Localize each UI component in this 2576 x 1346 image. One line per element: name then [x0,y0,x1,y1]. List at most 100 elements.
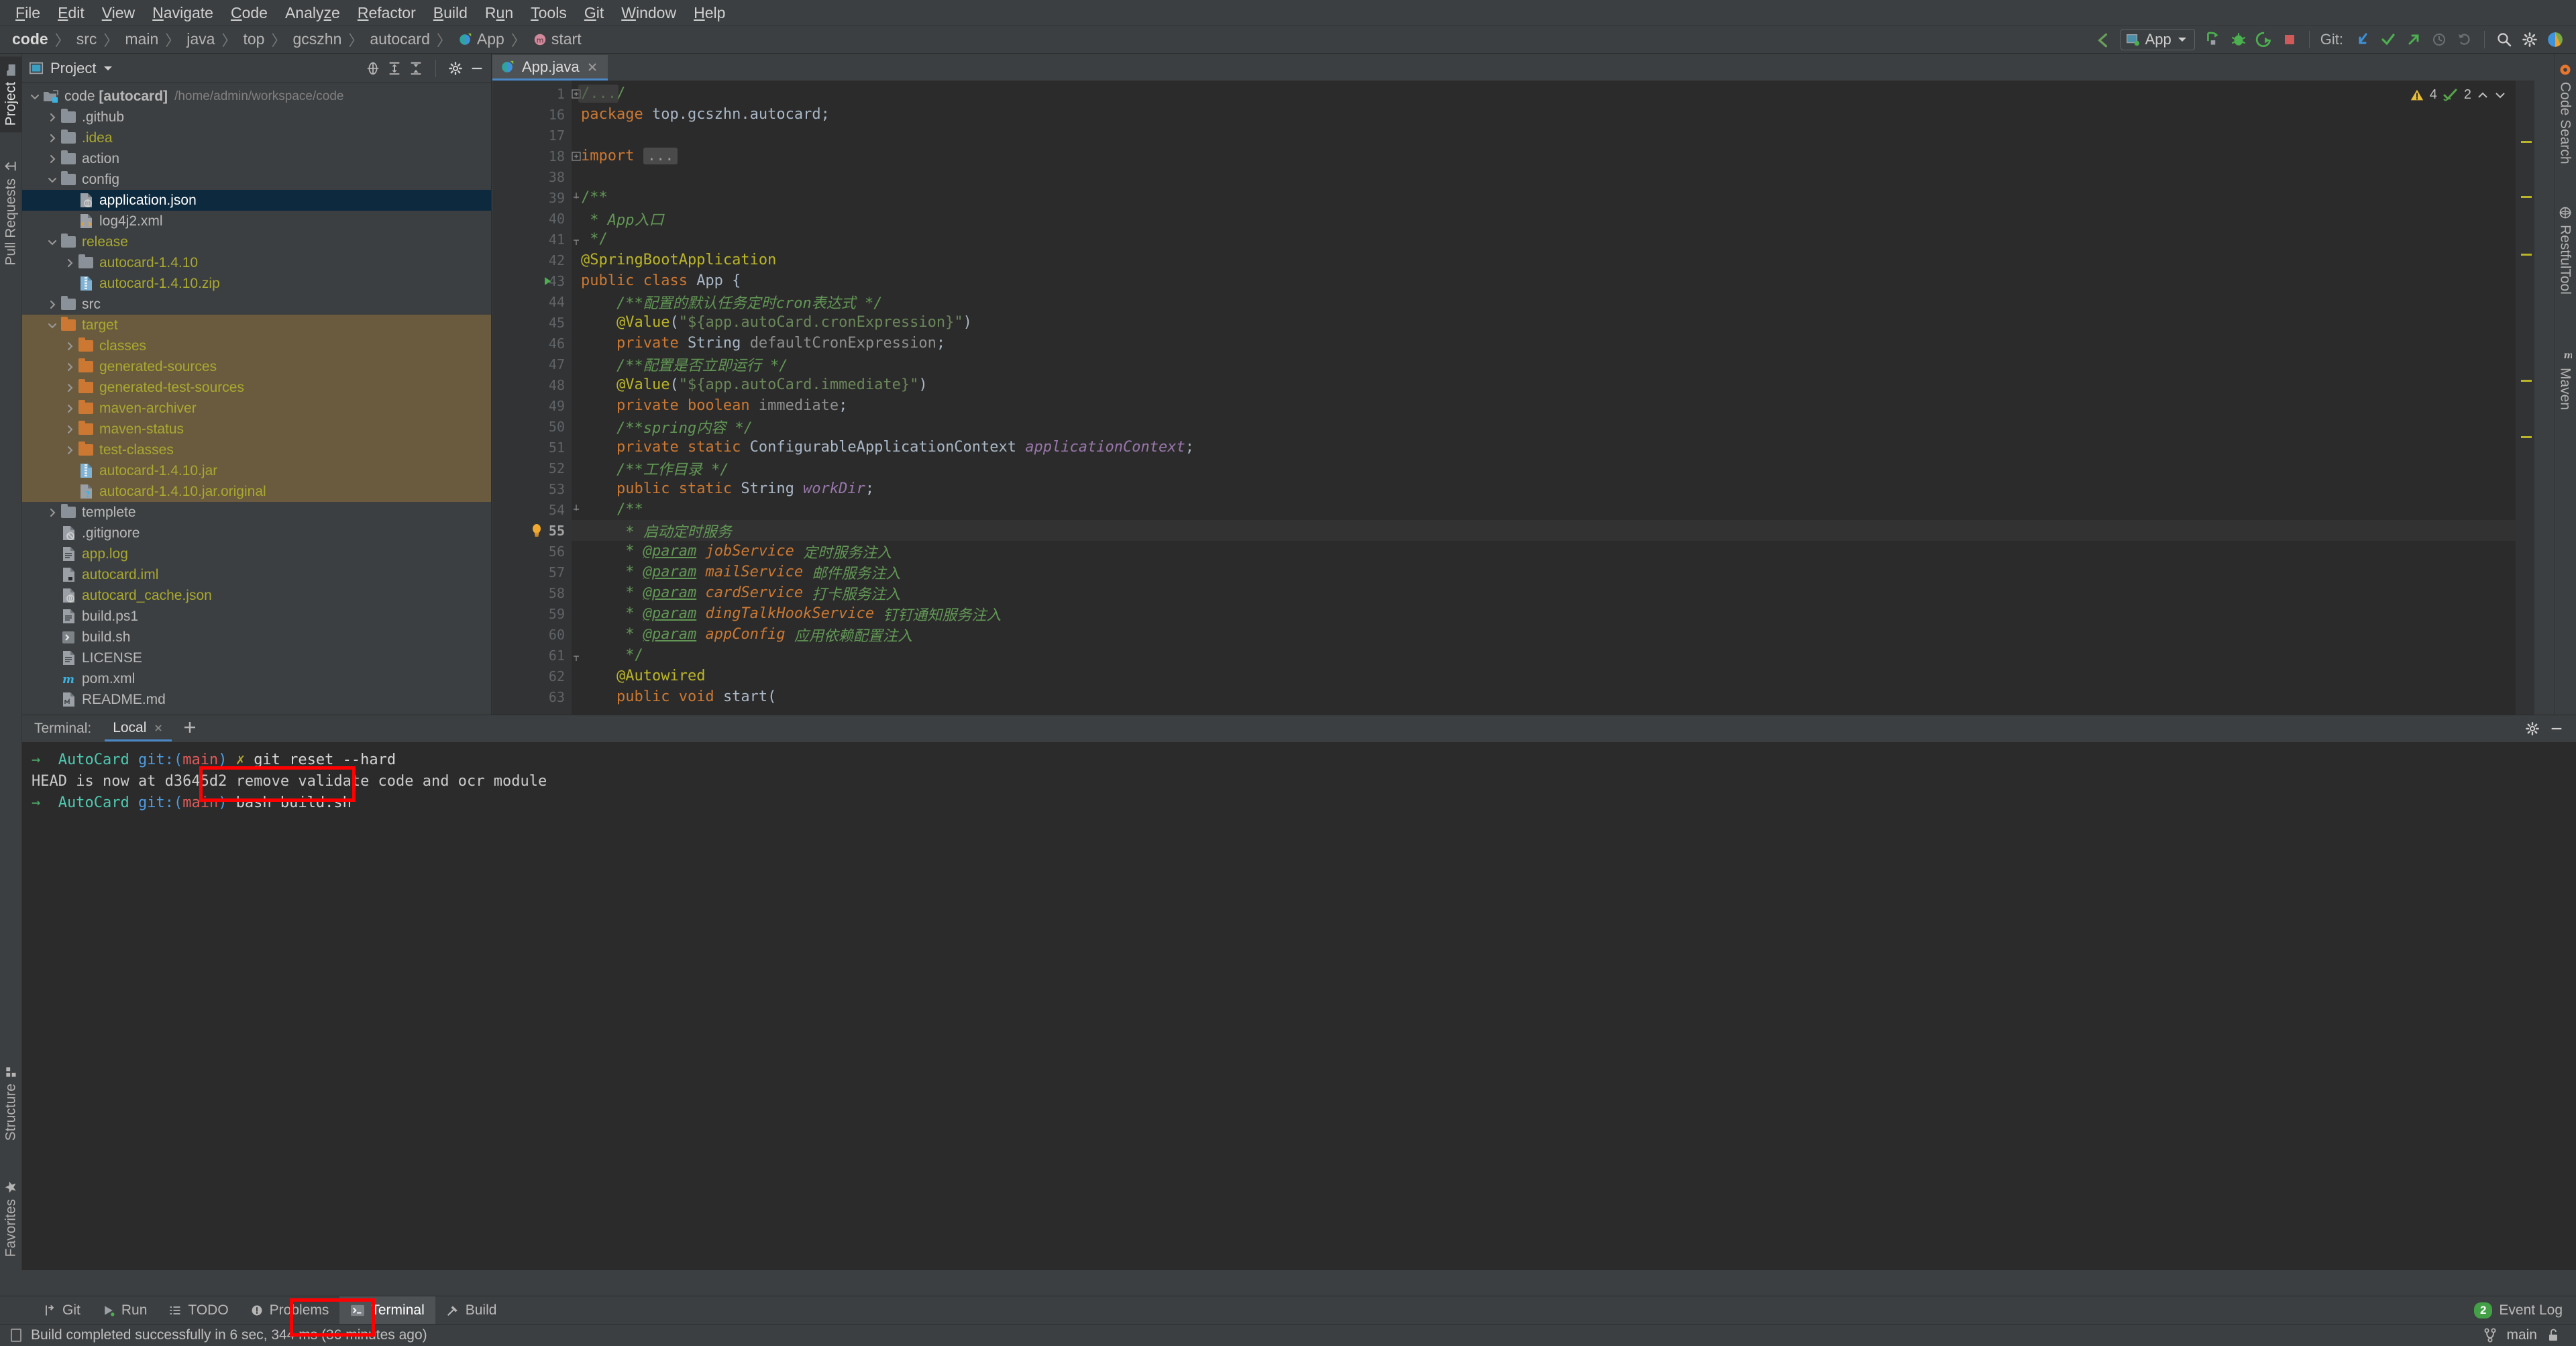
menu-item-refactor[interactable]: Refactor [349,0,425,25]
gutter-line-40[interactable]: 40 [492,208,572,229]
tool-window-button-todo[interactable]: TODO [158,1296,239,1325]
code-line-16[interactable]: package top.gcszhn.autocard; [572,104,2534,125]
gutter-line-58[interactable]: 58 [492,582,572,603]
code-line-63[interactable]: public void start( [572,686,2534,707]
hide-icon[interactable] [470,61,484,76]
chevron-down-icon[interactable] [28,92,42,101]
breadcrumb-item-main[interactable]: main [125,30,158,48]
breadcrumb-item-start[interactable]: m start [533,30,582,48]
code-line-59[interactable]: * @param dingTalkHookService 钉钉通知服务注入 [572,603,2534,624]
chevron-right-icon[interactable] [62,362,77,372]
tool-window-button-problems[interactable]: Problems [239,1296,340,1325]
lock-open-icon[interactable] [2546,1328,2560,1343]
code-line-17[interactable] [572,125,2534,146]
gutter-line-54[interactable]: 54 [492,499,579,520]
tool-window-button-build[interactable]: Build [435,1296,508,1325]
tree-node-code[interactable]: code [autocard] /home/admin/workspace/cod… [22,86,491,107]
menu-item-edit[interactable]: Edit [49,0,93,25]
gutter-line-62[interactable]: 62 [492,666,572,686]
gutter-line-41[interactable]: 41 [492,229,579,250]
menu-item-code[interactable]: Code [222,0,276,25]
breadcrumb-item-app[interactable]: App [458,30,504,48]
code-line-1[interactable]: /.../ [572,83,2534,104]
stripe-tab-pull-requests[interactable]: Pull Requests [0,153,22,272]
code-line-49[interactable]: private boolean immediate; [572,395,2534,416]
breadcrumb-item-top[interactable]: top [243,30,264,48]
git-push-icon[interactable] [2402,28,2425,51]
tree-node-idea[interactable]: .idea [22,127,491,148]
tree-node-classes[interactable]: classes [22,335,491,356]
code-line-62[interactable]: @Autowired [572,666,2534,686]
tree-node-pom-xml[interactable]: m pom.xml [22,668,491,689]
gear-icon[interactable] [2518,28,2541,51]
tree-node-action[interactable]: action [22,148,491,169]
stripe-tab-restfultool[interactable]: RestfulTool [2554,199,2576,301]
code-line-38[interactable] [572,166,2534,187]
chevron-right-icon[interactable] [62,404,77,413]
chevron-right-icon[interactable] [45,508,60,517]
chevron-right-icon[interactable] [45,300,60,309]
gutter-line-46[interactable]: 46 [492,333,572,354]
tree-node-github[interactable]: .github [22,107,491,127]
tree-node-readme-md[interactable]: README.md [22,689,491,710]
tree-node-autocard-1-4-10-jar[interactable]: autocard-1.4.10.jar [22,460,491,481]
tool-window-button-git[interactable]: Git [32,1296,91,1325]
code-line-39[interactable]: /** [572,187,2534,208]
code-line-43[interactable]: public class App { [572,270,2534,291]
tool-window-button-run[interactable]: Run [91,1296,158,1325]
chevron-up-icon[interactable] [2477,91,2489,100]
chevron-right-icon[interactable] [45,134,60,143]
chevron-right-icon[interactable] [62,383,77,393]
gutter-line-49[interactable]: 49 [492,395,572,416]
tree-node-src[interactable]: src [22,294,491,315]
gutter-line-61[interactable]: 61 [492,645,579,666]
chevron-right-icon[interactable] [62,258,77,268]
tree-node-maven-archiver[interactable]: maven-archiver [22,398,491,419]
tree-node-target[interactable]: target [22,315,491,335]
gutter-line-38[interactable]: 38 [492,166,572,187]
menu-item-window[interactable]: Window [612,0,685,25]
code-line-56[interactable]: * @param jobService 定时服务注入 [572,541,2534,562]
chevron-right-icon[interactable] [45,154,60,164]
tree-node-generated-sources[interactable]: generated-sources [22,356,491,377]
gutter-line-39[interactable]: 39 [492,187,579,208]
gutter-line-53[interactable]: 53 [492,478,572,499]
ide-logo-icon[interactable] [2544,28,2567,51]
gutter-line-52[interactable]: 52 [492,458,572,478]
editor-error-stripe[interactable] [2516,81,2534,715]
code-line-44[interactable]: /**配置的默认任务定时cron表达式 */ [572,291,2534,312]
code-line-45[interactable]: @Value("${app.autoCard.cronExpression}") [572,312,2534,333]
plus-icon[interactable] [172,718,208,739]
menu-item-analyze[interactable]: Analyze [276,0,349,25]
tree-node-build-ps1[interactable]: build.ps1 [22,606,491,627]
code-line-55[interactable]: * 启动定时服务 [572,520,2534,541]
tree-node-maven-status[interactable]: maven-status [22,419,491,439]
code-line-51[interactable]: private static ConfigurableApplicationCo… [572,437,2534,458]
menu-item-git[interactable]: Git [576,0,612,25]
gutter-line-17[interactable]: 17 [492,125,572,146]
gear-icon[interactable] [2525,721,2540,736]
chevron-down-icon[interactable] [45,321,60,330]
gutter-line-48[interactable]: 48 [492,374,572,395]
tree-node-autocard-iml[interactable]: autocard.iml [22,564,491,585]
git-commit-icon[interactable] [2377,28,2400,51]
breadcrumb-item-autocard[interactable]: autocard [370,30,430,48]
tree-node-autocard-1-4-10-zip[interactable]: autocard-1.4.10.zip [22,273,491,294]
gutter-line-59[interactable]: 59 [492,603,572,624]
code-line-50[interactable]: /**spring内容 */ [572,416,2534,437]
tree-node-license[interactable]: LICENSE [22,648,491,668]
close-icon[interactable] [153,723,164,733]
tree-node-test-classes[interactable]: test-classes [22,439,491,460]
code-line-42[interactable]: @SpringBootApplication [572,250,2534,270]
gutter-line-45[interactable]: 45 [492,312,572,333]
gutter-line-63[interactable]: 63 [492,686,572,707]
tree-node-application-json[interactable]: application.json [22,190,491,211]
code-line-47[interactable]: /**配置是否立即运行 */ [572,354,2534,374]
breadcrumb-item-src[interactable]: src [76,30,97,48]
code-line-58[interactable]: * @param cardService 打卡服务注入 [572,582,2534,603]
code-line-52[interactable]: /**工作目录 */ [572,458,2534,478]
menu-item-file[interactable]: File [7,0,49,25]
menu-item-navigate[interactable]: Navigate [144,0,222,25]
code-line-53[interactable]: public static String workDir; [572,478,2534,499]
menu-item-help[interactable]: Help [685,0,734,25]
